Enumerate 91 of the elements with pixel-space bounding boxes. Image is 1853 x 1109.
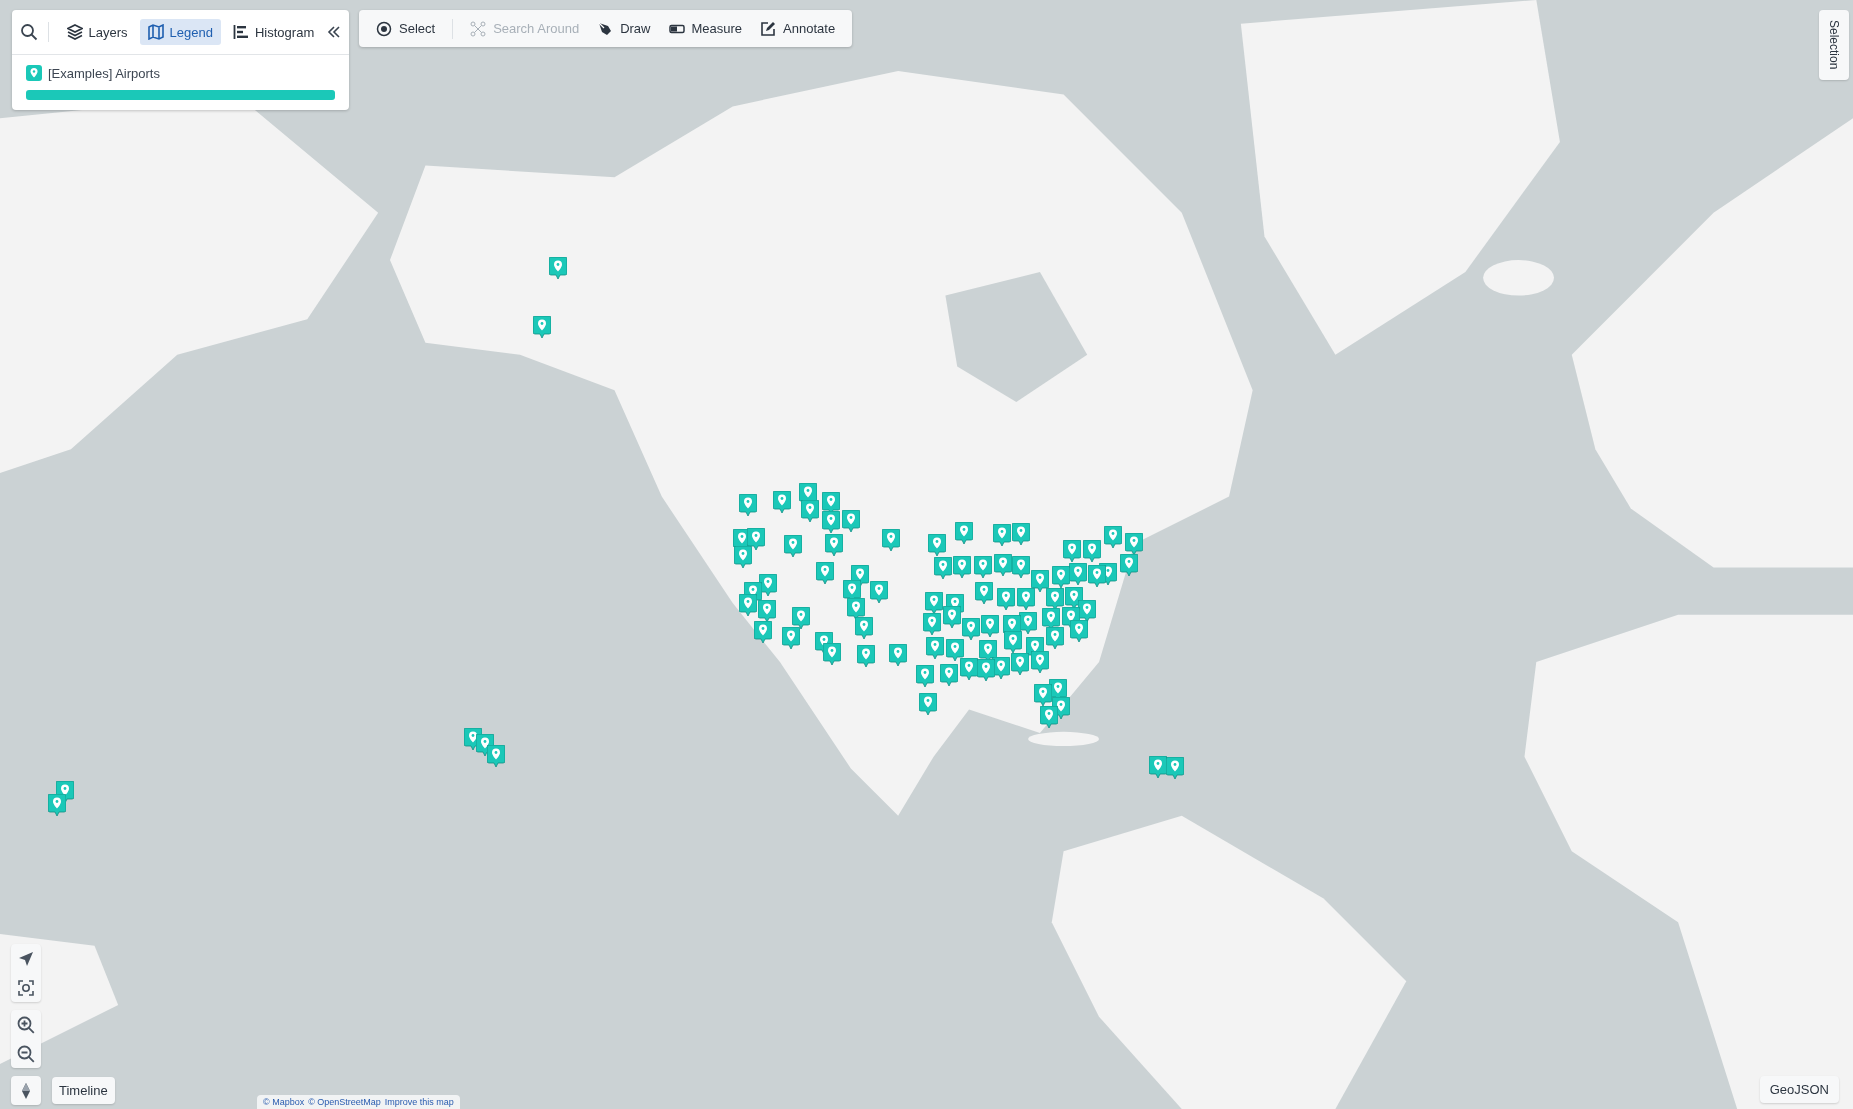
map-pin-icon[interactable] [782, 627, 800, 649]
panel-tab[interactable]: Histogram [225, 19, 323, 45]
map-pin-icon[interactable] [1070, 620, 1088, 642]
geojson-button[interactable]: GeoJSON [1759, 1076, 1839, 1103]
map-pin-icon[interactable] [960, 658, 978, 680]
map-pin-icon[interactable] [919, 693, 937, 715]
map-pin-icon[interactable] [1063, 540, 1081, 562]
map-pin-icon[interactable] [739, 594, 757, 616]
map-pin-icon[interactable] [1088, 565, 1106, 587]
map-pin-icon[interactable] [784, 535, 802, 557]
map-pin-icon[interactable] [1120, 554, 1138, 576]
attribution-link[interactable]: © OpenStreetMap [308, 1097, 381, 1107]
map-pin-icon[interactable] [1017, 588, 1035, 610]
map-pin-icon[interactable] [1046, 588, 1064, 610]
map-pin-icon[interactable] [847, 598, 865, 620]
attribution-link[interactable]: © Mapbox [263, 1097, 305, 1107]
map-pin-icon[interactable] [946, 639, 964, 661]
map-pin-icon[interactable] [792, 607, 810, 629]
map-pin-icon[interactable] [1083, 540, 1101, 562]
panel-tab[interactable]: Layers [58, 19, 136, 45]
map-pin-icon[interactable] [754, 621, 772, 643]
map-pin-icon[interactable] [870, 581, 888, 603]
selection-tab[interactable]: Selection [1819, 10, 1849, 80]
map-pin-icon[interactable] [1004, 631, 1022, 653]
target-icon [376, 20, 392, 37]
map-pin-icon[interactable] [977, 659, 995, 681]
map-pin-icon[interactable] [48, 794, 66, 816]
map-pin-icon[interactable] [773, 491, 791, 513]
layer-name: [Examples] Airports [48, 65, 160, 81]
map-pin-icon[interactable] [934, 557, 952, 579]
map-pin-icon[interactable] [923, 613, 941, 635]
map-pin-icon[interactable] [955, 522, 973, 544]
tool-button[interactable]: Measure [661, 16, 750, 41]
map-pin-icon[interactable] [1031, 570, 1049, 592]
map-pin-icon[interactable] [1012, 556, 1030, 578]
map-pin-icon[interactable] [1046, 627, 1064, 649]
bar-chart-icon [233, 24, 249, 40]
map-pin-icon[interactable] [855, 617, 873, 639]
map-pin-icon[interactable] [816, 562, 834, 584]
map-pin-icon[interactable] [962, 618, 980, 640]
map-pin-icon[interactable] [801, 500, 819, 522]
map-pin-icon[interactable] [1040, 706, 1058, 728]
map-icon [147, 24, 164, 40]
map-pin-icon[interactable] [1166, 757, 1184, 779]
map-pin-icon[interactable] [994, 554, 1012, 576]
map-pin-icon[interactable] [993, 524, 1011, 546]
map-pin-icon[interactable] [926, 637, 944, 659]
map-pin-icon[interactable] [925, 592, 943, 614]
map-pin-icon[interactable] [549, 257, 567, 279]
map-pin-icon[interactable] [747, 528, 765, 550]
edit-icon [760, 20, 777, 37]
map-pin-icon[interactable] [997, 588, 1015, 610]
attribution-link[interactable]: Improve this map [384, 1097, 454, 1107]
map-pin-icon[interactable] [487, 745, 505, 767]
map-pin-icon[interactable] [1125, 533, 1143, 555]
map-pin-icon[interactable] [1052, 566, 1070, 588]
map-pin-icon[interactable] [857, 645, 875, 667]
map-pin-icon[interactable] [974, 556, 992, 578]
compass-icon[interactable] [11, 1076, 41, 1105]
map-pin-icon[interactable] [916, 665, 934, 687]
map-pin-icon[interactable] [825, 534, 843, 556]
panel-tab[interactable]: Legend [139, 19, 221, 45]
map-pin-icon[interactable] [1034, 684, 1052, 706]
pen-icon [597, 20, 614, 37]
layers-icon [66, 24, 83, 40]
map-pin-icon[interactable] [842, 510, 860, 532]
map-pin-icon[interactable] [1031, 651, 1049, 673]
map-pin-icon[interactable] [734, 546, 752, 568]
map-pin-icon[interactable] [889, 644, 907, 666]
timeline-button[interactable]: Timeline [52, 1077, 115, 1104]
map-pin-icon[interactable] [1012, 523, 1030, 545]
map-pin-icon[interactable] [758, 600, 776, 622]
map-pin-icon[interactable] [953, 556, 971, 578]
tool-button[interactable]: Select [369, 16, 443, 41]
map-pin-icon[interactable] [1069, 563, 1087, 585]
map-pin-icon[interactable] [823, 643, 841, 665]
map-pin-icon[interactable] [1104, 526, 1122, 548]
map-pin-icon[interactable] [1011, 653, 1029, 675]
map-pin-icon[interactable] [943, 606, 961, 628]
map-pin-icon[interactable] [975, 582, 993, 604]
map-pin-icon[interactable] [533, 316, 551, 338]
map-pin-icon[interactable] [981, 615, 999, 637]
map-pin-icon[interactable] [940, 664, 958, 686]
map-pin-icon[interactable] [1149, 756, 1167, 778]
map-pin-icon[interactable] [739, 494, 757, 516]
tool-button[interactable]: Draw [590, 16, 658, 41]
tool-button[interactable]: Annotate [753, 16, 843, 41]
map-pin-icon[interactable] [882, 529, 900, 551]
network-icon [470, 20, 487, 37]
map-pin-icon[interactable] [822, 511, 840, 533]
map-pin-icon[interactable] [928, 534, 946, 556]
